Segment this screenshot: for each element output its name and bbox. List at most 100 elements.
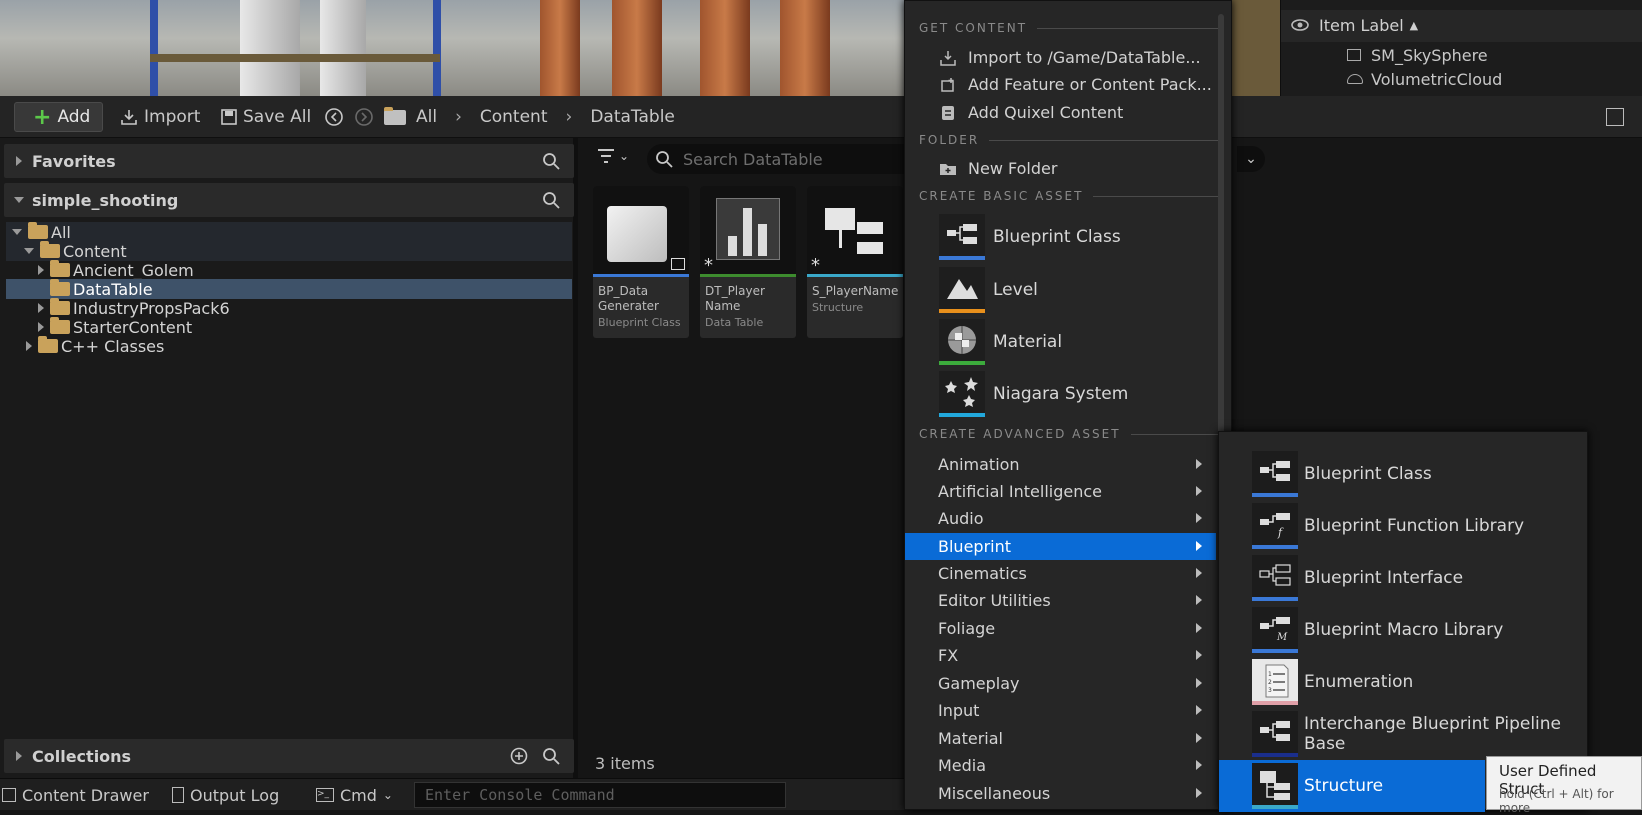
asset-tile[interactable]: * S_PlayerName Structure (807, 186, 903, 338)
menu-category-input[interactable]: Input (905, 697, 1216, 724)
folder-icon (50, 260, 70, 277)
breadcrumb-item[interactable]: Content (480, 107, 548, 127)
tree-item-industry-props[interactable]: IndustryPropsPack6 (6, 298, 572, 318)
search-icon[interactable] (542, 152, 560, 170)
svg-text:f: f (1277, 526, 1284, 539)
data-table-thumbnail: * (700, 186, 796, 276)
chevron-right-icon (1196, 678, 1202, 688)
outliner-row[interactable]: SM_SkySphere (1347, 44, 1488, 68)
submenu-item-interchange-pipeline[interactable]: Interchange Blueprint Pipeline Base (1219, 708, 1589, 760)
search-box[interactable]: Search DataTable (647, 144, 907, 174)
chevron-right-icon (1196, 568, 1202, 578)
filter-button[interactable]: ⌄ (597, 148, 629, 164)
menu-item-add-quixel[interactable]: Add Quixel Content (905, 99, 1215, 126)
chevron-right-icon (1196, 541, 1202, 551)
collections-section[interactable]: Collections (4, 739, 574, 773)
structure-thumbnail: * (807, 186, 903, 276)
cpp-folder-icon (38, 336, 58, 353)
menu-category-audio[interactable]: Audio (905, 505, 1216, 532)
menu-item-new-folder[interactable]: New Folder (905, 155, 1215, 182)
svg-text:3: 3 (1268, 687, 1272, 694)
chevron-right-icon (1196, 513, 1202, 523)
menu-category-animation[interactable]: Animation (905, 451, 1216, 478)
drawer-icon (2, 788, 16, 802)
level-icon (939, 267, 985, 313)
submenu-item-blueprint-function-library[interactable]: f Blueprint Function Library (1219, 500, 1589, 552)
console-input[interactable]: Enter Console Command (414, 782, 786, 808)
plus-icon: + (33, 104, 52, 130)
import-button[interactable]: Import (120, 102, 200, 132)
dropdown-chevron-icon[interactable]: ⌄ (1237, 146, 1265, 172)
sort-ascending-icon: ▲ (1409, 19, 1419, 32)
material-icon (939, 319, 985, 365)
submenu-item-enumeration[interactable]: 123 Enumeration (1219, 656, 1589, 708)
submenu-item-blueprint-class[interactable]: Blueprint Class (1219, 448, 1589, 500)
asset-tile[interactable]: * DT_Player Name Data Table (700, 186, 796, 338)
tree-item-content[interactable]: Content (6, 241, 572, 261)
menu-category-gameplay[interactable]: Gameplay (905, 670, 1216, 697)
menu-item-material[interactable]: Material (939, 319, 1219, 365)
feature-pack-icon (938, 77, 958, 93)
function-library-icon: f (1252, 503, 1298, 549)
output-log-button[interactable]: Output Log (172, 779, 279, 811)
chevron-right-icon (1196, 595, 1202, 605)
folder-browse-icon[interactable] (384, 102, 409, 132)
menu-category-ai[interactable]: Artificial Intelligence (905, 478, 1216, 505)
favorites-section[interactable]: Favorites (4, 144, 574, 178)
project-section[interactable]: simple_shooting (4, 183, 574, 217)
breadcrumb-item[interactable]: All (416, 107, 437, 127)
forward-button[interactable] (354, 102, 374, 132)
back-button[interactable] (324, 102, 344, 132)
menu-category-blueprint[interactable]: Blueprint (905, 533, 1216, 560)
search-icon[interactable] (542, 747, 560, 765)
add-button[interactable]: + Add (14, 102, 103, 132)
layout-icon[interactable] (1606, 108, 1624, 126)
tree-item-all[interactable]: All (6, 222, 572, 242)
eye-icon[interactable] (1290, 17, 1310, 33)
submenu-item-blueprint-interface[interactable]: Blueprint Interface (1219, 552, 1589, 604)
submenu-item-blueprint-macro-library[interactable]: M Blueprint Macro Library (1219, 604, 1589, 656)
asterisk-icon: * (811, 255, 820, 276)
menu-item-add-feature-pack[interactable]: Add Feature or Content Pack... (905, 71, 1215, 98)
submenu-item-structure[interactable]: Structure (1219, 760, 1485, 812)
menu-item-blueprint-class[interactable]: Blueprint Class (939, 214, 1219, 260)
menu-item-level[interactable]: Level (939, 267, 1219, 313)
new-folder-icon (938, 162, 958, 176)
asterisk-icon: * (704, 255, 713, 276)
chevron-down-icon: ⌄ (382, 788, 393, 802)
folder-icon (50, 298, 70, 315)
asset-tile[interactable]: BP_Data Generater Blueprint Class (593, 186, 689, 338)
svg-text:1: 1 (1268, 671, 1272, 678)
menu-category-cinematics[interactable]: Cinematics (905, 560, 1216, 587)
search-icon[interactable] (542, 191, 560, 209)
blueprint-badge-icon (671, 258, 685, 270)
add-collection-icon[interactable] (510, 747, 528, 765)
menu-item-niagara-system[interactable]: Niagara System (939, 371, 1219, 417)
outliner-column-item-label[interactable]: Item Label (1319, 10, 1404, 42)
menu-scrollbar[interactable] (1218, 14, 1224, 434)
menu-item-import[interactable]: Import to /Game/DataTable... (905, 44, 1215, 71)
save-all-button[interactable]: Save All (221, 102, 311, 132)
outliner-row[interactable]: VolumetricCloud (1347, 68, 1502, 92)
menu-category-material[interactable]: Material (905, 725, 1216, 752)
menu-category-foliage[interactable]: Foliage (905, 615, 1216, 642)
menu-category-editor-utilities[interactable]: Editor Utilities (905, 587, 1216, 614)
search-input[interactable]: Search DataTable (683, 150, 823, 169)
svg-text:M: M (1276, 632, 1288, 643)
content-drawer-button[interactable]: Content Drawer (0, 779, 149, 811)
menu-category-fx[interactable]: FX (905, 642, 1216, 669)
tree-item-ancient-golem[interactable]: Ancient_Golem (6, 260, 572, 280)
outliner-header: Item Label ▲ (1281, 10, 1642, 42)
tree-item-datatable[interactable]: DataTable (6, 279, 572, 299)
cmd-dropdown[interactable]: >_ Cmd ⌄ (316, 779, 393, 811)
menu-category-media[interactable]: Media (905, 752, 1216, 779)
tree-item-cpp-classes[interactable]: C++ Classes (6, 336, 572, 356)
chevron-right-icon: › (565, 107, 573, 127)
add-context-menu: GET CONTENT Import to /Game/DataTable...… (904, 0, 1232, 810)
tooltip: User Defined Struct hold (Ctrl + Alt) fo… (1486, 756, 1642, 815)
blueprint-icon (1252, 711, 1298, 757)
menu-category-miscellaneous[interactable]: Miscellaneous (905, 780, 1216, 807)
collapse-arrow-icon (14, 197, 24, 203)
breadcrumb-item[interactable]: DataTable (590, 107, 675, 127)
tree-item-starter-content[interactable]: StarterContent (6, 317, 572, 337)
